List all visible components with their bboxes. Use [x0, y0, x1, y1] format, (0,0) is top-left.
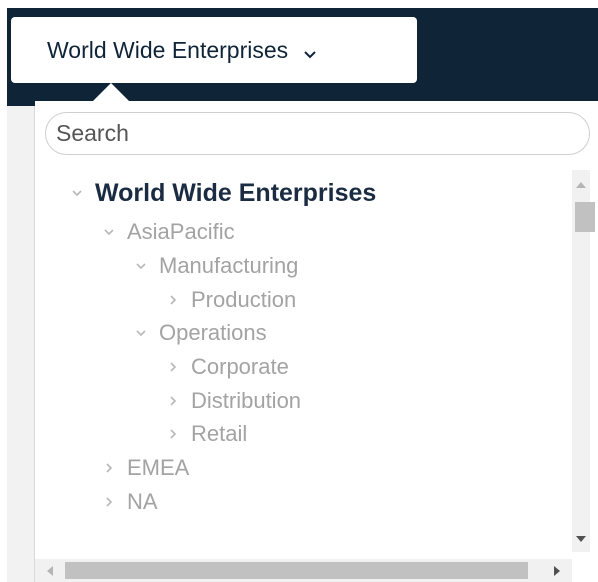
- tree-node-na[interactable]: NA: [102, 487, 158, 517]
- tree-node-label: NA: [127, 489, 158, 514]
- tree-node-distribution[interactable]: Distribution: [166, 386, 301, 416]
- tree-node-label: Retail: [191, 421, 248, 446]
- chevron-right-icon[interactable]: [166, 360, 180, 374]
- vertical-scroll-thumb[interactable]: [575, 202, 595, 232]
- tree-node-retail[interactable]: Retail: [166, 419, 247, 449]
- tree-node-operations[interactable]: Operations: [134, 318, 267, 348]
- tree-node-emea[interactable]: EMEA: [102, 453, 189, 483]
- chevron-down-icon[interactable]: [134, 259, 148, 273]
- tree-node-label: World Wide Enterprises: [95, 178, 377, 207]
- chevron-down-icon[interactable]: [134, 326, 148, 340]
- chevron-right-icon[interactable]: [166, 394, 180, 408]
- scroll-right-icon[interactable]: [554, 566, 560, 576]
- chevron-right-icon[interactable]: [166, 427, 180, 441]
- chevron-down-icon: [302, 42, 318, 59]
- horizontal-scroll-thumb[interactable]: [65, 562, 528, 579]
- chevron-down-icon[interactable]: [102, 225, 116, 239]
- org-selector-label: World Wide Enterprises: [47, 36, 289, 63]
- tree-node-label: Manufacturing: [159, 253, 299, 278]
- chevron-right-icon[interactable]: [166, 293, 180, 307]
- tree-node-label: EMEA: [127, 455, 190, 480]
- chevron-down-icon[interactable]: [70, 186, 84, 200]
- chevron-right-icon[interactable]: [102, 461, 116, 475]
- tree-node-label: Corporate: [191, 354, 289, 379]
- tree-node-asiapacific[interactable]: AsiaPacific: [102, 217, 235, 247]
- tree-node-root[interactable]: World Wide Enterprises: [70, 178, 376, 208]
- chevron-right-icon[interactable]: [102, 495, 116, 509]
- dropdown-pointer: [93, 83, 129, 101]
- tree-node-label: Operations: [159, 320, 267, 345]
- tree-node-manufacturing[interactable]: Manufacturing: [134, 251, 298, 281]
- search-input[interactable]: [45, 112, 590, 155]
- horizontal-scrollbar[interactable]: [35, 559, 572, 582]
- tree-node-label: Distribution: [191, 388, 302, 413]
- tree-node-label: Production: [191, 287, 297, 312]
- tree-node-label: AsiaPacific: [127, 219, 235, 244]
- tree-node-corporate[interactable]: Corporate: [166, 352, 289, 382]
- org-selector-button[interactable]: World Wide Enterprises: [11, 17, 417, 83]
- scroll-up-icon[interactable]: [576, 182, 586, 188]
- vertical-scrollbar[interactable]: [572, 170, 595, 552]
- scroll-down-icon[interactable]: [576, 536, 586, 542]
- tree-node-production[interactable]: Production: [166, 285, 296, 315]
- left-gutter: [7, 106, 35, 582]
- scroll-left-icon[interactable]: [47, 566, 53, 576]
